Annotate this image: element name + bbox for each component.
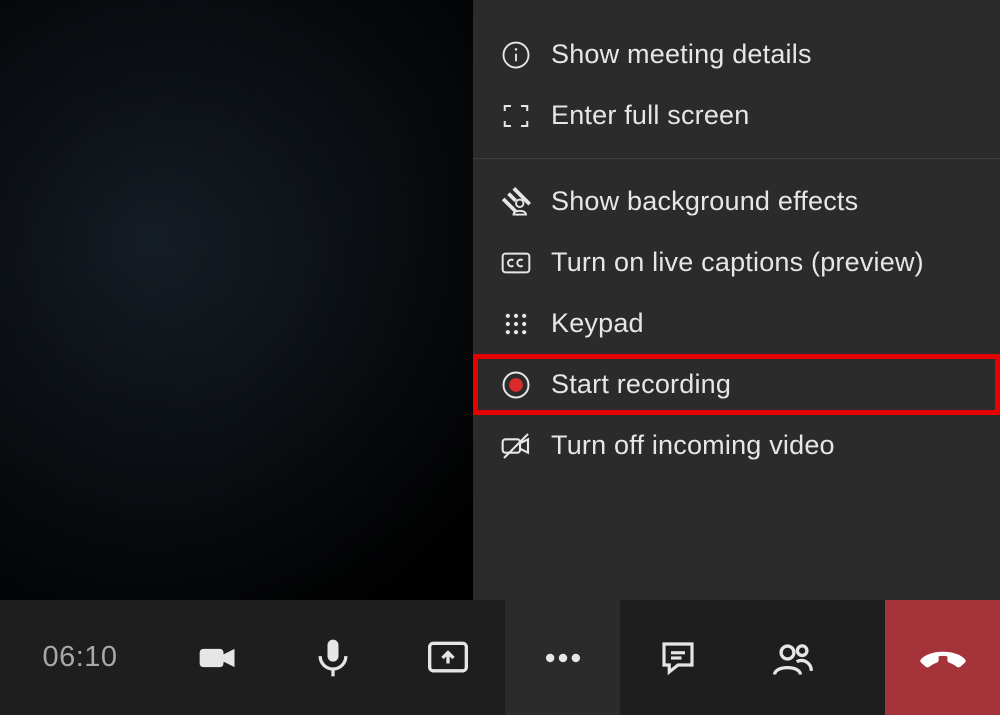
record-icon <box>499 368 533 402</box>
menu-separator <box>473 158 1000 159</box>
camera-icon <box>196 636 240 680</box>
menu-item-show-background-effects[interactable]: Show background effects <box>473 171 1000 232</box>
menu-item-label: Turn off incoming video <box>551 430 835 461</box>
menu-item-turn-on-live-captions[interactable]: Turn on live captions (preview) <box>473 232 1000 293</box>
menu-item-label: Keypad <box>551 308 644 339</box>
share-screen-button[interactable] <box>390 600 505 715</box>
menu-item-label: Start recording <box>551 369 731 400</box>
menu-item-keypad[interactable]: Keypad <box>473 293 1000 354</box>
info-icon <box>499 38 533 72</box>
chat-icon <box>657 637 699 679</box>
more-actions-menu: Show meeting details Enter full screen <box>473 0 1000 606</box>
people-icon <box>771 636 815 680</box>
menu-item-label: Show background effects <box>551 186 858 217</box>
participants-button[interactable] <box>735 600 850 715</box>
menu-item-label: Turn on live captions (preview) <box>551 247 924 278</box>
mic-icon <box>311 636 355 680</box>
menu-item-label: Show meeting details <box>551 39 812 70</box>
more-actions-button[interactable] <box>505 600 620 715</box>
closed-captions-icon <box>499 246 533 280</box>
menu-item-start-recording[interactable]: Start recording <box>473 354 1000 415</box>
background-effects-icon <box>499 185 533 219</box>
video-off-icon <box>499 429 533 463</box>
keypad-icon <box>499 307 533 341</box>
call-duration: 06:10 <box>0 641 160 674</box>
meeting-toolbar: 06:10 <box>0 600 1000 715</box>
menu-item-enter-full-screen[interactable]: Enter full screen <box>473 85 1000 146</box>
chat-button[interactable] <box>620 600 735 715</box>
hang-up-icon <box>918 633 968 683</box>
more-icon <box>541 636 585 680</box>
menu-item-show-meeting-details[interactable]: Show meeting details <box>473 24 1000 85</box>
menu-item-turn-off-incoming-video[interactable]: Turn off incoming video <box>473 415 1000 476</box>
hang-up-button[interactable] <box>885 600 1000 715</box>
mic-toggle-button[interactable] <box>275 600 390 715</box>
share-screen-icon <box>426 636 470 680</box>
camera-toggle-button[interactable] <box>160 600 275 715</box>
full-screen-icon <box>499 99 533 133</box>
menu-item-label: Enter full screen <box>551 100 750 131</box>
